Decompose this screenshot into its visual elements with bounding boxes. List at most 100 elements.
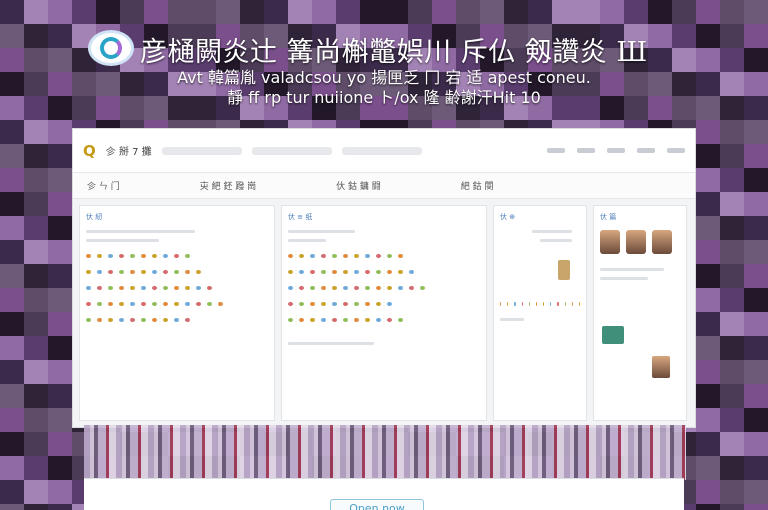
timeline-dot[interactable] xyxy=(365,318,370,322)
timeline-dot[interactable] xyxy=(288,270,293,274)
timeline-dot[interactable] xyxy=(174,302,179,306)
timeline-dot[interactable] xyxy=(332,286,337,290)
timeline-dot[interactable] xyxy=(543,302,545,306)
timeline-dot[interactable] xyxy=(163,302,168,306)
timeline-dot[interactable] xyxy=(174,318,179,322)
timeline-dot[interactable] xyxy=(185,254,190,258)
timeline-dot[interactable] xyxy=(387,286,392,290)
timeline-dot[interactable] xyxy=(152,302,157,306)
timeline-dot[interactable] xyxy=(130,270,135,274)
timeline-dot[interactable] xyxy=(97,318,102,322)
timeline-dot[interactable] xyxy=(578,302,581,306)
timeline-dot[interactable] xyxy=(321,254,326,258)
timeline-dot[interactable] xyxy=(97,302,102,306)
timeline-dot[interactable] xyxy=(365,270,370,274)
timeline-dot[interactable] xyxy=(130,302,135,306)
app-menu[interactable]: 㐱 掰 7 攤 xyxy=(106,143,152,158)
timeline-dot[interactable] xyxy=(86,318,91,322)
filter-field[interactable] xyxy=(341,146,422,155)
search-input[interactable] xyxy=(161,146,242,155)
timeline-dot[interactable] xyxy=(398,318,403,322)
timeline-dot[interactable] xyxy=(207,286,212,290)
timeline-dot[interactable] xyxy=(185,318,190,322)
timeline-dot[interactable] xyxy=(97,254,102,258)
timeline-dot[interactable] xyxy=(299,286,304,290)
timeline-dot[interactable] xyxy=(398,286,403,290)
timeline-dot[interactable] xyxy=(343,318,348,322)
timeline-dot[interactable] xyxy=(387,270,392,274)
timeline-dot[interactable] xyxy=(108,318,113,322)
timeline-dot[interactable] xyxy=(152,254,157,258)
timeline-dot[interactable] xyxy=(86,302,91,306)
timeline-dot[interactable] xyxy=(174,270,179,274)
toolbar-button[interactable] xyxy=(547,148,565,153)
timeline-dot[interactable] xyxy=(332,270,337,274)
timeline-dot[interactable] xyxy=(571,302,573,306)
timeline-dot[interactable] xyxy=(343,254,348,258)
subbar-item[interactable]: 紦 鈷 閿 xyxy=(461,179,494,192)
timeline-dot[interactable] xyxy=(376,302,381,306)
avatar[interactable] xyxy=(652,356,670,378)
timeline-dot[interactable] xyxy=(365,302,370,306)
timeline-dot[interactable] xyxy=(163,318,168,322)
timeline-dot[interactable] xyxy=(500,302,502,306)
timeline-dot[interactable] xyxy=(354,302,359,306)
filter-field[interactable] xyxy=(251,146,332,155)
timeline-dot[interactable] xyxy=(354,270,359,274)
avatar[interactable] xyxy=(600,230,620,254)
timeline-dot[interactable] xyxy=(310,254,315,258)
timeline-dot[interactable] xyxy=(196,286,201,290)
timeline-dot[interactable] xyxy=(299,254,304,258)
timeline-dot[interactable] xyxy=(387,302,392,306)
timeline-dot[interactable] xyxy=(376,254,381,258)
timeline-dot[interactable] xyxy=(521,302,523,306)
timeline-dot[interactable] xyxy=(196,270,201,274)
timeline-dot[interactable] xyxy=(196,302,201,306)
timeline-dot[interactable] xyxy=(152,318,157,322)
timeline-dot[interactable] xyxy=(354,254,359,258)
timeline-dot[interactable] xyxy=(119,270,124,274)
timeline-dot[interactable] xyxy=(420,286,425,290)
timeline-dot[interactable] xyxy=(550,302,552,306)
timeline-dot[interactable] xyxy=(97,286,102,290)
timeline-dot[interactable] xyxy=(163,286,168,290)
timeline-dot[interactable] xyxy=(130,286,135,290)
timeline-dot[interactable] xyxy=(310,286,315,290)
timeline-dot[interactable] xyxy=(174,254,179,258)
timeline-dot[interactable] xyxy=(398,254,403,258)
timeline-dot[interactable] xyxy=(119,286,124,290)
timeline-dot[interactable] xyxy=(288,286,293,290)
timeline-dot[interactable] xyxy=(207,302,212,306)
timeline-dot[interactable] xyxy=(343,302,348,306)
timeline-dot[interactable] xyxy=(163,254,168,258)
timeline-dot[interactable] xyxy=(86,286,91,290)
timeline-dot[interactable] xyxy=(141,302,146,306)
media-thumbnail[interactable] xyxy=(558,260,570,280)
timeline-dot[interactable] xyxy=(152,270,157,274)
timeline-dot[interactable] xyxy=(387,318,392,322)
toolbar-button[interactable] xyxy=(637,148,655,153)
timeline-dot[interactable] xyxy=(119,318,124,322)
timeline-dot[interactable] xyxy=(141,254,146,258)
toolbar-button[interactable] xyxy=(667,148,685,153)
media-thumbnail[interactable] xyxy=(602,326,624,344)
timeline-dot[interactable] xyxy=(185,286,190,290)
timeline-dot[interactable] xyxy=(376,270,381,274)
timeline-dot[interactable] xyxy=(332,254,337,258)
avatar[interactable] xyxy=(626,230,646,254)
timeline-dot[interactable] xyxy=(310,270,315,274)
app-logo[interactable]: Q xyxy=(83,142,96,160)
subbar-item[interactable]: 㐲 鈷 鏞 闘 xyxy=(336,179,381,192)
timeline-dot[interactable] xyxy=(365,286,370,290)
timeline-dot[interactable] xyxy=(321,270,326,274)
timeline-dot[interactable] xyxy=(108,302,113,306)
timeline-dot[interactable] xyxy=(376,286,381,290)
subbar-item[interactable]: 㐱 ㄣ 门 xyxy=(87,179,120,192)
timeline-dot[interactable] xyxy=(163,270,168,274)
timeline-dot[interactable] xyxy=(535,302,538,306)
timeline-dot[interactable] xyxy=(354,318,359,322)
timeline-dot[interactable] xyxy=(130,254,135,258)
timeline-dot[interactable] xyxy=(387,254,392,258)
timeline-dot[interactable] xyxy=(185,302,190,306)
timeline-dot[interactable] xyxy=(288,254,293,258)
